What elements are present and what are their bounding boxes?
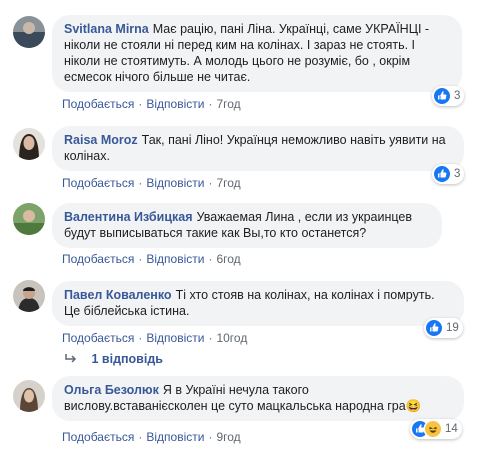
comment-bubble: Raisa Moroz Так, пані Ліно! Українця немо…: [52, 126, 464, 171]
avatar[interactable]: [13, 16, 45, 48]
comment-time[interactable]: 10год: [216, 331, 247, 345]
separator-dot: ·: [208, 331, 213, 345]
reaction-number: 3: [454, 90, 461, 102]
separator-dot: ·: [208, 252, 213, 266]
thumbs-up-icon: [434, 166, 450, 182]
reply-link[interactable]: Відповісти: [146, 97, 204, 111]
separator-dot: ·: [138, 176, 143, 190]
avatar[interactable]: [13, 203, 45, 235]
comment-author[interactable]: Raisa Moroz: [64, 133, 138, 147]
reaction-count[interactable]: 19: [424, 318, 463, 338]
like-link[interactable]: Подобається: [62, 176, 134, 190]
reply-link[interactable]: Відповісти: [146, 176, 204, 190]
comment-author[interactable]: Ольга Безолюк: [64, 383, 159, 397]
comment-actions: Подобається · Відповісти · 6год: [62, 252, 241, 266]
thumbs-up-icon: [434, 88, 450, 104]
separator-dot: ·: [208, 97, 213, 111]
reply-link[interactable]: Відповісти: [146, 331, 204, 345]
comment-author[interactable]: Svitlana Mirna: [64, 22, 149, 36]
view-replies-link[interactable]: 1 відповідь: [64, 352, 163, 366]
comment-time[interactable]: 7год: [216, 97, 240, 111]
separator-dot: ·: [138, 252, 143, 266]
comment-actions: Подобається · Відповісти · 9год: [62, 430, 241, 444]
reaction-number: 14: [445, 423, 458, 435]
comment-time[interactable]: 7год: [216, 176, 240, 190]
reply-link[interactable]: Відповісти: [146, 430, 204, 444]
separator-dot: ·: [138, 331, 143, 345]
avatar[interactable]: [13, 128, 45, 160]
reaction-number: 19: [446, 322, 459, 334]
comment-bubble: Павел Коваленко Ті хто стояв на колінах, …: [52, 281, 464, 326]
like-link[interactable]: Подобається: [62, 97, 134, 111]
like-link[interactable]: Подобається: [62, 331, 134, 345]
like-link[interactable]: Подобається: [62, 430, 134, 444]
comment-time[interactable]: 6год: [216, 252, 240, 266]
separator-dot: ·: [138, 97, 143, 111]
reply-arrow-icon: [64, 352, 81, 366]
comment-actions: Подобається · Відповісти · 10год: [62, 331, 247, 345]
reaction-count[interactable]: 14: [410, 419, 462, 439]
replies-count-label[interactable]: 1 відповідь: [91, 352, 162, 366]
avatar[interactable]: [13, 280, 45, 312]
comment-author[interactable]: Валентина Избицкая: [64, 210, 193, 224]
reaction-count[interactable]: 3: [432, 164, 465, 184]
comment-bubble: Ольга Безолюк Я в Україні нечула такого в…: [52, 376, 464, 421]
laughing-face-icon: [425, 421, 441, 437]
comment-author[interactable]: Павел Коваленко: [64, 288, 172, 302]
thumbs-up-icon: [426, 320, 442, 336]
avatar[interactable]: [13, 380, 45, 412]
separator-dot: ·: [208, 430, 213, 444]
reaction-number: 3: [454, 168, 461, 180]
reaction-count[interactable]: 3: [432, 86, 465, 106]
comment-actions: Подобається · Відповісти · 7год: [62, 97, 241, 111]
comment-time[interactable]: 9год: [216, 430, 240, 444]
like-link[interactable]: Подобається: [62, 252, 134, 266]
separator-dot: ·: [138, 430, 143, 444]
separator-dot: ·: [208, 176, 213, 190]
comment-bubble: Svitlana Mirna Має рацію, пані Ліна. Укра…: [52, 15, 462, 92]
comment-bubble: Валентина Избицкая Уважаемая Лина , если …: [52, 203, 442, 248]
comment-actions: Подобається · Відповісти · 7год: [62, 176, 241, 190]
reply-link[interactable]: Відповісти: [146, 252, 204, 266]
